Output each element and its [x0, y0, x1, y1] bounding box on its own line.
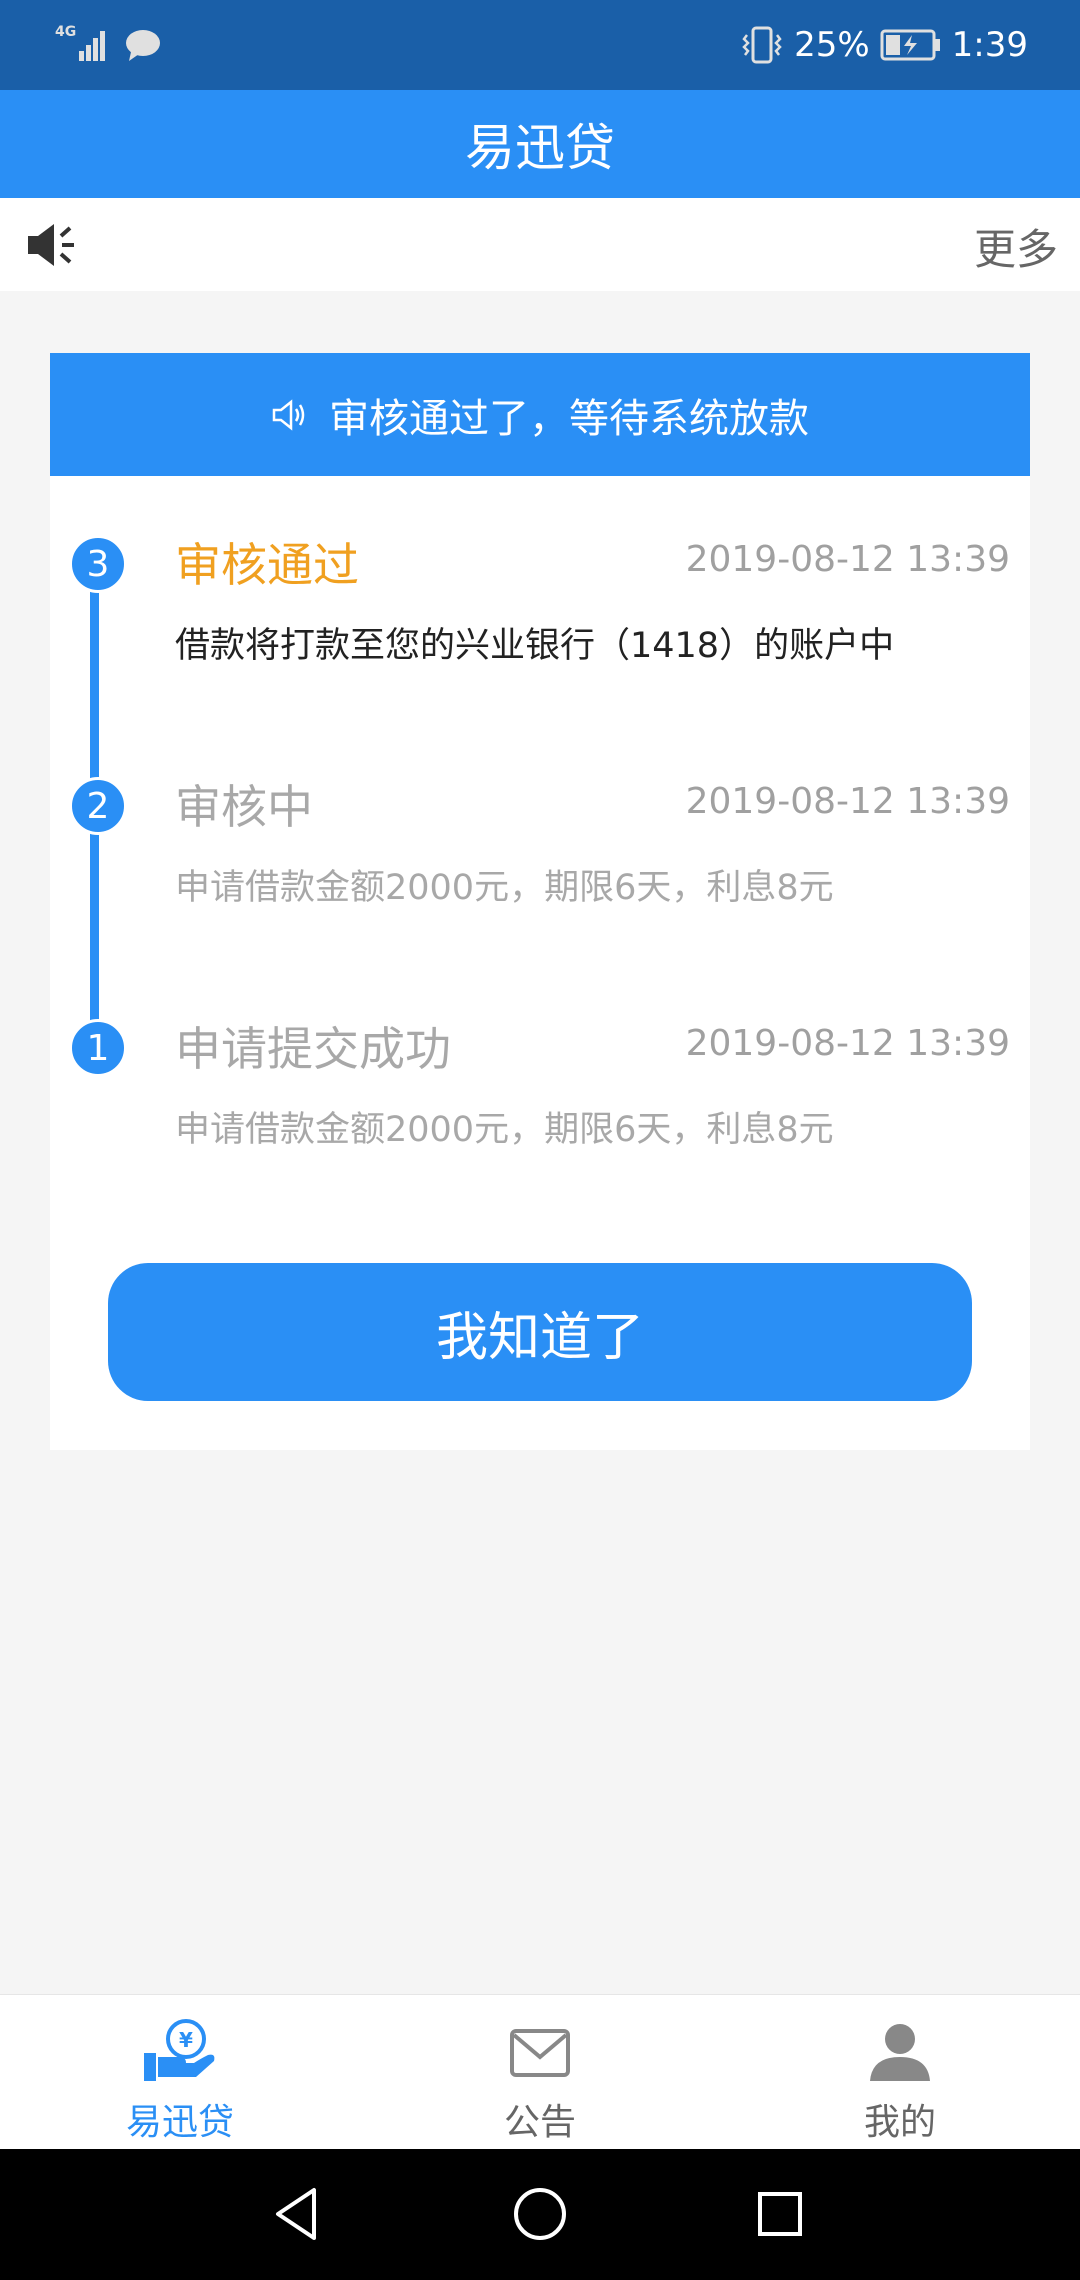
step-description: 申请借款金额2000元，期限6天，利息8元 — [175, 1110, 834, 1150]
banner-text: 审核通过了，等待系统放款 — [329, 395, 809, 442]
status-card: 审核通过了，等待系统放款 3 审核通过 2019-08-12 13:39 借款将… — [50, 353, 1030, 1450]
timeline-step-1: 1 申请提交成功 2019-08-12 13:39 申请借款金额2000元，期限… — [50, 1019, 1030, 1219]
system-nav-bar — [0, 2149, 1080, 2280]
back-icon[interactable] — [268, 2182, 332, 2246]
step-time: 2019-08-12 13:39 — [685, 781, 1010, 822]
tab-mine[interactable]: 我的 — [720, 1995, 1080, 2150]
tab-label: 我的 — [863, 2102, 936, 2143]
mail-icon — [510, 2029, 570, 2077]
signal-icon: 4G — [55, 25, 111, 65]
step-title: 审核中 — [175, 780, 313, 834]
step-number-badge: 1 — [69, 1019, 127, 1077]
tab-notices[interactable]: 公告 — [360, 1995, 720, 2150]
recents-icon[interactable] — [748, 2182, 812, 2246]
step-title: 审核通过 — [175, 538, 359, 592]
speaker-icon — [28, 224, 74, 266]
step-time: 2019-08-12 13:39 — [685, 539, 1010, 580]
step-number-badge: 3 — [69, 535, 127, 593]
user-icon — [870, 2024, 930, 2081]
battery-icon — [880, 29, 940, 61]
announcement-icon — [272, 398, 305, 431]
step-description: 借款将打款至您的兴业银行（1418）的账户中 — [175, 626, 895, 666]
tab-label: 易迅贷 — [125, 2102, 234, 2143]
status-left: 4G — [55, 22, 163, 68]
battery-percent: 25% — [794, 25, 870, 65]
tab-home[interactable]: ¥ 易迅贷 — [0, 1995, 360, 2150]
step-title: 申请提交成功 — [175, 1022, 451, 1076]
more-link[interactable]: 更多 — [974, 216, 1058, 277]
timeline-step-2: 2 审核中 2019-08-12 13:39 申请借款金额2000元，期限6天，… — [50, 777, 1030, 977]
clock: 1:39 — [951, 25, 1028, 65]
step-number-badge: 2 — [69, 777, 127, 835]
status-right: 25% 1:39 — [740, 22, 1028, 68]
step-time: 2019-08-12 13:39 — [685, 1023, 1010, 1064]
svg-text:¥: ¥ — [179, 2028, 193, 2052]
step-description: 申请借款金额2000元，期限6天，利息8元 — [175, 868, 834, 908]
tab-label: 公告 — [503, 2102, 576, 2143]
status-bar: 4G 25% 1:39 — [0, 0, 1080, 90]
message-icon — [126, 30, 160, 61]
notice-bar[interactable]: 更多 — [0, 198, 1080, 291]
confirm-button[interactable]: 我知道了 — [108, 1263, 972, 1401]
bottom-tab-bar: ¥ 易迅贷 公告 我的 — [0, 1994, 1080, 2150]
vibrate-icon — [742, 26, 782, 64]
timeline-step-3: 3 审核通过 2019-08-12 13:39 借款将打款至您的兴业银行（141… — [50, 535, 1030, 735]
home-icon[interactable] — [508, 2182, 572, 2246]
page-title: 易迅贷 — [465, 119, 615, 177]
loan-hand-icon: ¥ — [144, 2019, 215, 2081]
status-banner: 审核通过了，等待系统放款 — [50, 353, 1030, 476]
app-header: 易迅贷 — [0, 90, 1080, 198]
